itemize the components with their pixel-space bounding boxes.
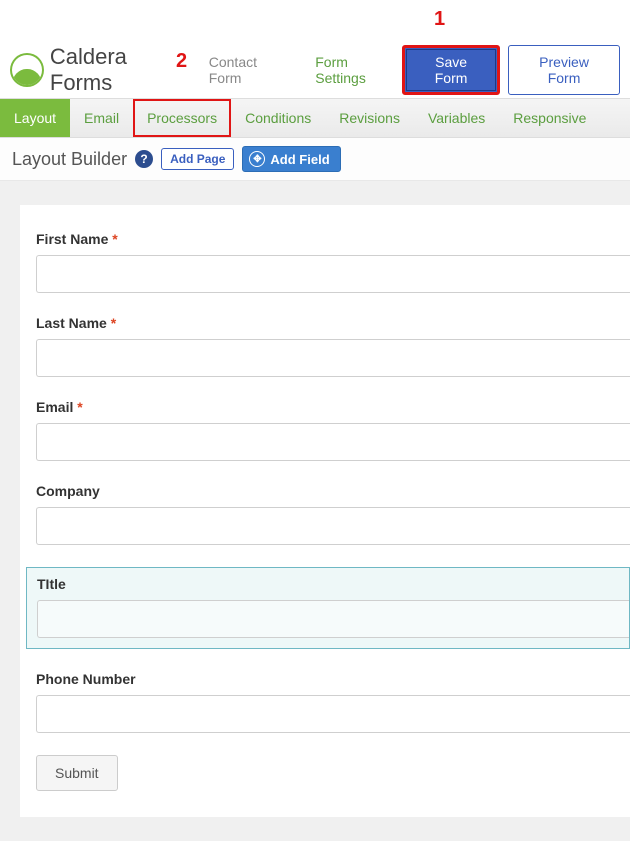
form-name-label[interactable]: Contact Form [209, 54, 293, 86]
field-company[interactable]: Company [36, 483, 630, 545]
header-buttons: Save Form Preview Form [402, 45, 620, 95]
field-email[interactable]: Email * [36, 399, 630, 461]
form-canvas: First Name * Last Name * Email * Company [0, 181, 630, 841]
form-settings-link[interactable]: Form Settings [315, 54, 402, 86]
phone-input[interactable] [36, 695, 630, 733]
brand: Caldera Forms [10, 44, 195, 96]
title-input[interactable] [37, 600, 629, 638]
tabs-bar: Layout Email Processors Conditions Revis… [0, 98, 630, 138]
field-label: TItle [37, 576, 629, 592]
email-input[interactable] [36, 423, 630, 461]
add-field-label: Add Field [270, 152, 329, 167]
add-field-button[interactable]: ✥ Add Field [242, 146, 340, 172]
layout-builder-title: Layout Builder [12, 149, 127, 170]
form-card: First Name * Last Name * Email * Company [20, 205, 630, 817]
layout-builder-header: Layout Builder ? Add Page ✥ Add Field [0, 138, 630, 181]
save-form-button[interactable]: Save Form [402, 45, 500, 95]
field-title[interactable]: TItle [26, 567, 630, 649]
preview-form-button[interactable]: Preview Form [508, 45, 620, 95]
field-label: Email * [36, 399, 630, 415]
caldera-logo-icon [10, 53, 44, 87]
tab-revisions[interactable]: Revisions [325, 99, 414, 137]
field-label: Company [36, 483, 630, 499]
field-last-name[interactable]: Last Name * [36, 315, 630, 377]
submit-button[interactable]: Submit [36, 755, 118, 791]
tab-responsive[interactable]: Responsive [499, 99, 600, 137]
field-first-name[interactable]: First Name * [36, 231, 630, 293]
tab-variables[interactable]: Variables [414, 99, 499, 137]
field-phone[interactable]: Phone Number [36, 671, 630, 733]
first-name-input[interactable] [36, 255, 630, 293]
tab-conditions[interactable]: Conditions [231, 99, 325, 137]
add-page-button[interactable]: Add Page [161, 148, 234, 170]
tab-layout[interactable]: Layout [0, 99, 70, 137]
company-input[interactable] [36, 507, 630, 545]
field-label: Phone Number [36, 671, 630, 687]
last-name-input[interactable] [36, 339, 630, 377]
field-label: Last Name * [36, 315, 630, 331]
tab-processors[interactable]: Processors [133, 99, 231, 137]
tab-email[interactable]: Email [70, 99, 133, 137]
help-icon[interactable]: ? [135, 150, 153, 168]
header-bar: 1 2 Caldera Forms Contact Form Form Sett… [0, 36, 630, 98]
field-label: First Name * [36, 231, 630, 247]
move-icon: ✥ [249, 151, 265, 167]
brand-text: Caldera Forms [50, 44, 195, 96]
